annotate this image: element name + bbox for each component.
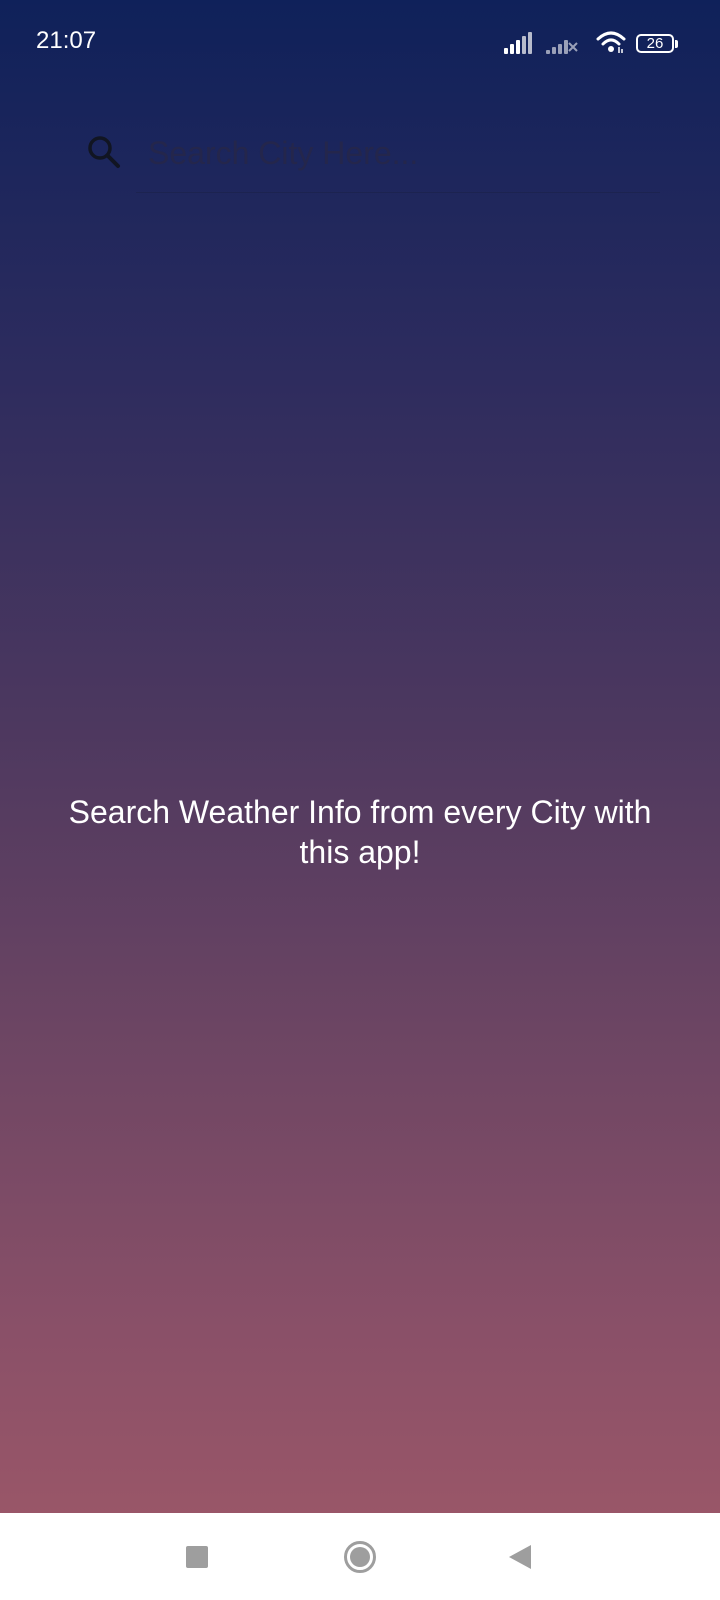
wifi-icon xyxy=(596,31,626,53)
back-button[interactable] xyxy=(496,1533,544,1581)
status-icons: 26 xyxy=(504,28,678,54)
home-button[interactable] xyxy=(336,1533,384,1581)
search-underline xyxy=(136,192,660,193)
home-circle-icon xyxy=(344,1541,376,1573)
battery-cap xyxy=(675,40,678,48)
recents-button[interactable] xyxy=(173,1533,221,1581)
battery-level: 26 xyxy=(646,35,664,52)
intro-message: Search Weather Info from every City with… xyxy=(68,794,652,870)
signal-icon xyxy=(504,32,538,54)
navigation-bar xyxy=(0,1513,720,1600)
status-time: 21:07 xyxy=(36,27,97,54)
app-screen: 21:07 26 Search City Here... Search Weat… xyxy=(0,0,720,1513)
search-city-input[interactable] xyxy=(136,124,684,182)
status-bar: 21:07 26 xyxy=(0,0,720,80)
signal-no-service-icon xyxy=(546,32,580,54)
recents-square-icon xyxy=(186,1546,208,1568)
search-icon[interactable] xyxy=(86,134,122,170)
back-triangle-icon xyxy=(509,1545,531,1569)
battery-icon: 26 xyxy=(636,34,674,53)
